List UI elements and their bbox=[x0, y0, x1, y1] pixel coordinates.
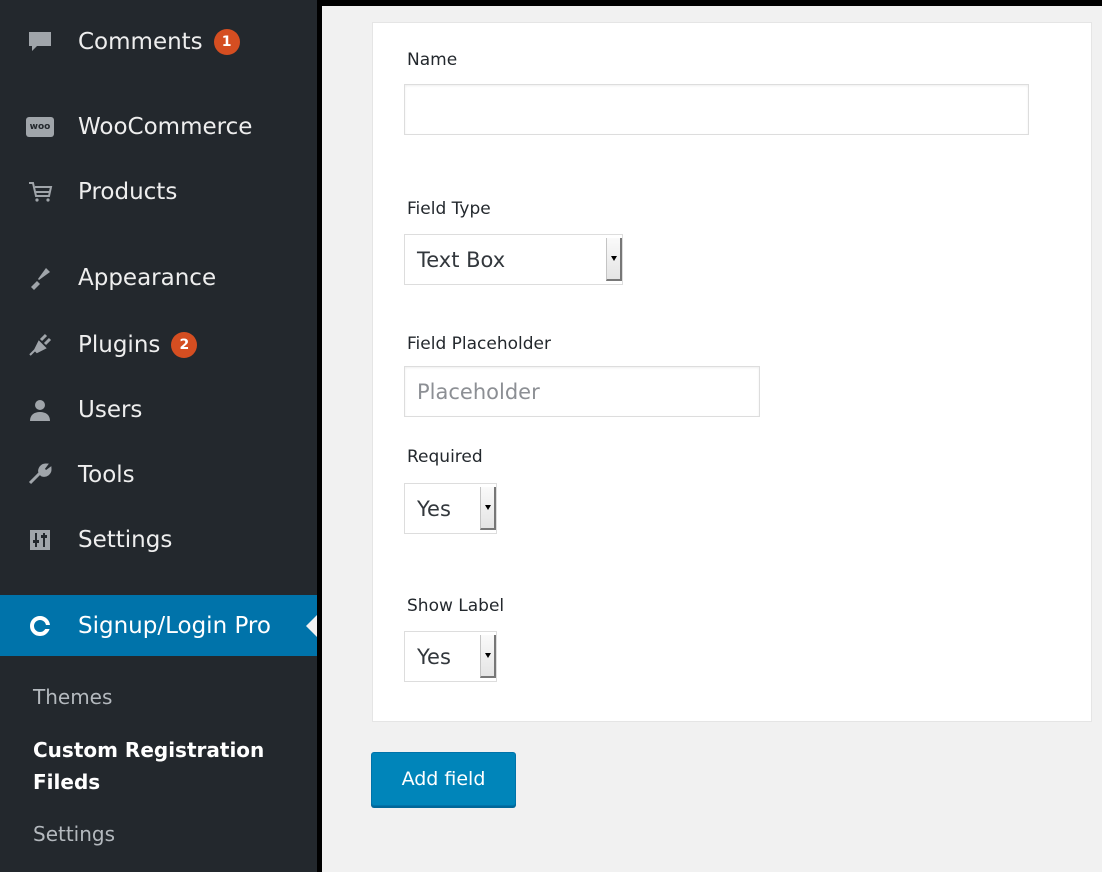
menu-item-label: Comments bbox=[78, 29, 203, 55]
required-select[interactable]: Yes bbox=[404, 483, 497, 534]
menu-item-appearance[interactable]: Appearance bbox=[0, 258, 317, 298]
chevron-down-icon bbox=[480, 635, 496, 678]
name-input[interactable] bbox=[404, 84, 1029, 135]
submenu-item-custom-registration-fields[interactable]: Custom Registration Fileds bbox=[33, 734, 303, 798]
show-label-label: Show Label bbox=[407, 596, 505, 616]
menu-item-tools[interactable]: Tools bbox=[0, 455, 317, 495]
comment-icon bbox=[25, 27, 55, 57]
top-border bbox=[317, 0, 1102, 6]
cart-icon bbox=[25, 177, 55, 207]
comments-count-badge: 1 bbox=[213, 29, 240, 55]
menu-item-products[interactable]: Products bbox=[0, 172, 317, 212]
menu-item-label: Settings bbox=[78, 527, 173, 553]
field-placeholder-input[interactable] bbox=[404, 366, 760, 417]
chevron-down-icon bbox=[480, 487, 496, 530]
admin-sidebar: Comments 1 woo WooCommerce Products Appe… bbox=[0, 0, 317, 872]
active-menu-arrow bbox=[306, 614, 317, 637]
field-type-select[interactable]: Text Box bbox=[404, 234, 623, 285]
plugin-icon bbox=[25, 330, 55, 360]
signup-login-icon bbox=[25, 611, 55, 641]
menu-item-label: Products bbox=[78, 179, 178, 205]
menu-item-label: Signup/Login Pro bbox=[78, 612, 271, 639]
menu-item-label: Appearance bbox=[78, 265, 217, 291]
woocommerce-icon: woo bbox=[25, 112, 55, 142]
show-label-selected-value: Yes bbox=[417, 644, 451, 669]
wrench-icon bbox=[25, 460, 55, 490]
required-label: Required bbox=[407, 447, 483, 467]
field-placeholder-label: Field Placeholder bbox=[407, 334, 551, 354]
menu-item-settings[interactable]: Settings bbox=[0, 520, 317, 560]
show-label-select[interactable]: Yes bbox=[404, 631, 497, 682]
menu-item-users[interactable]: Users bbox=[0, 390, 317, 430]
add-field-button[interactable]: Add field bbox=[371, 752, 516, 806]
menu-item-woocommerce[interactable]: woo WooCommerce bbox=[0, 107, 317, 147]
user-icon bbox=[25, 395, 55, 425]
submenu-item-themes[interactable]: Themes bbox=[33, 685, 112, 709]
menu-item-label: Tools bbox=[78, 462, 135, 488]
menu-item-label: Users bbox=[78, 397, 143, 423]
sidebar-divider bbox=[317, 0, 322, 872]
plugins-update-badge: 2 bbox=[171, 332, 198, 358]
menu-item-label: WooCommerce bbox=[78, 114, 253, 140]
name-label: Name bbox=[407, 50, 458, 70]
menu-item-comments[interactable]: Comments 1 bbox=[0, 22, 317, 62]
required-selected-value: Yes bbox=[417, 496, 451, 521]
menu-item-signup-login-pro[interactable]: Signup/Login Pro bbox=[0, 595, 317, 656]
settings-sliders-icon bbox=[25, 525, 55, 555]
chevron-down-icon bbox=[606, 238, 622, 281]
submenu-item-settings[interactable]: Settings bbox=[33, 822, 115, 846]
field-type-selected-value: Text Box bbox=[417, 247, 506, 272]
paintbrush-icon bbox=[25, 263, 55, 293]
menu-item-label: Plugins bbox=[78, 332, 161, 358]
menu-item-plugins[interactable]: Plugins 2 bbox=[0, 325, 317, 365]
field-type-label: Field Type bbox=[407, 199, 491, 219]
woocommerce-logo-text: woo bbox=[26, 117, 54, 137]
